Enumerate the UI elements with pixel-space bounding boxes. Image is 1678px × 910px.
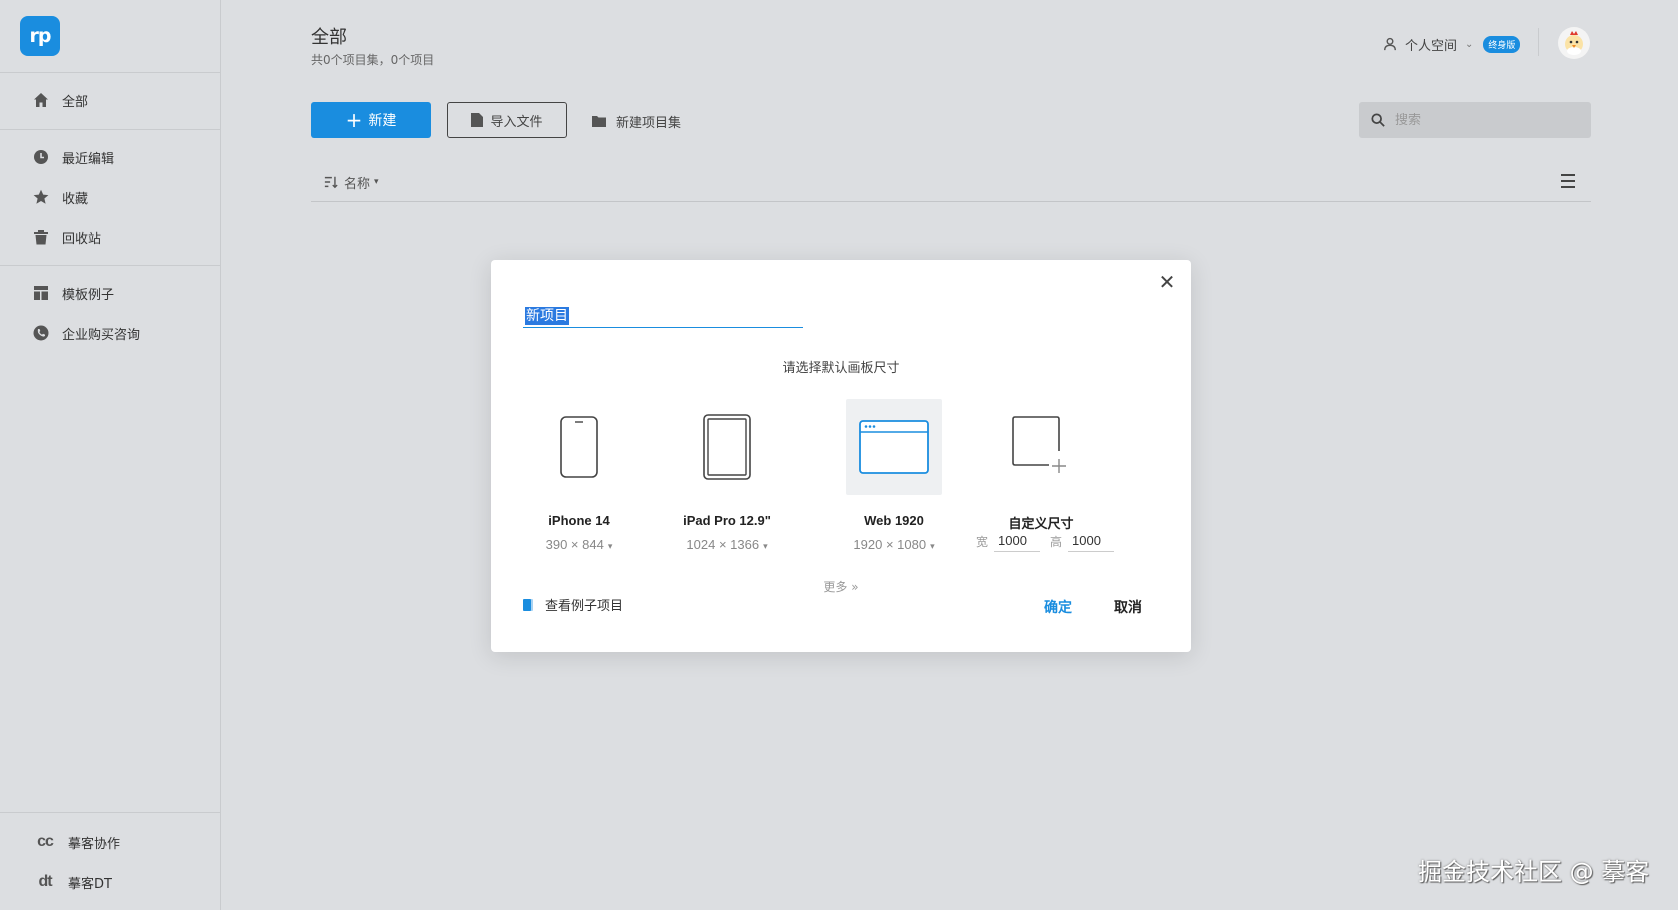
width-label: 宽: [976, 534, 989, 549]
option-dimensions: 390 × 844: [545, 537, 604, 552]
sort-icon: [324, 176, 338, 189]
tablet-device-icon: [703, 414, 751, 480]
size-option-iphone[interactable]: iPhone 14 390 × 844 ▾: [531, 399, 627, 552]
search-input[interactable]: [1395, 112, 1575, 128]
sidebar-divider: [0, 129, 221, 130]
option-name: iPhone 14: [548, 513, 610, 528]
more-label: 更多: [823, 580, 848, 594]
chevron-down-icon: ▾: [374, 177, 379, 187]
sidebar: rp 全部 最近编辑 收藏 回收站 模板例子 企业购买咨询 cc 摹客协作 dt…: [0, 0, 221, 910]
folder-icon: [592, 116, 606, 127]
dt-logo-icon: dt: [38, 873, 52, 890]
sidebar-item-label: 收藏: [62, 191, 89, 207]
sidebar-item-label: 摹客协作: [68, 836, 121, 852]
cancel-button[interactable]: 取消: [1114, 597, 1142, 617]
sidebar-divider: [0, 265, 221, 266]
sidebar-item-mockplus-dt[interactable]: dt 摹客DT: [32, 868, 112, 896]
sidebar-item-all[interactable]: 全部: [32, 86, 88, 114]
close-icon[interactable]: ✕: [1157, 270, 1177, 294]
new-project-dialog: ✕ 新项目 请选择默认画板尺寸 iPhone 14 390 × 844▾ iPa…: [491, 260, 1191, 652]
height-label: 高: [1050, 534, 1063, 549]
sort-dropdown[interactable]: 名称 ▾: [324, 172, 379, 192]
new-button[interactable]: + 新建: [311, 102, 431, 138]
sidebar-item-label: 企业购买咨询: [62, 327, 141, 343]
confirm-button[interactable]: 确定: [1044, 597, 1072, 617]
sidebar-item-recent[interactable]: 最近编辑: [32, 143, 114, 171]
sidebar-item-enterprise[interactable]: 企业购买咨询: [32, 319, 140, 347]
option-dimensions-dropdown[interactable]: 1920 × 1080 ▾: [846, 537, 942, 552]
page-subtitle: 共0个项目集，0个项目: [311, 53, 435, 67]
space-label: 个人空间: [1405, 38, 1458, 54]
chevron-down-icon: ⌄: [1465, 38, 1474, 50]
import-button-label: 导入文件: [490, 114, 543, 130]
page-title: 全部: [311, 27, 347, 48]
clock-icon: [32, 148, 50, 166]
import-file-button[interactable]: 导入文件: [447, 102, 567, 138]
space-switcher[interactable]: 个人空间 ⌄ 终身版: [1383, 33, 1521, 55]
file-icon: [471, 113, 484, 127]
star-icon: [32, 188, 50, 206]
examples-label: 查看例子项目: [545, 599, 624, 614]
user-icon: [1384, 37, 1396, 51]
new-button-label: 新建: [368, 113, 397, 129]
sidebar-item-favorites[interactable]: 收藏: [32, 183, 88, 211]
option-dimensions-dropdown[interactable]: 1024 × 1366 ▾: [679, 537, 775, 552]
search-icon: [1371, 113, 1385, 127]
avatar[interactable]: [1558, 27, 1590, 59]
size-option-ipad[interactable]: iPad Pro 12.9" 1024 × 1366 ▾: [679, 399, 775, 552]
more-sizes-toggle[interactable]: 更多 »: [491, 578, 1191, 595]
sidebar-item-label: 最近编辑: [62, 151, 115, 167]
sidebar-item-trash[interactable]: 回收站: [32, 223, 101, 251]
chick-avatar-icon: [1565, 31, 1583, 55]
size-option-custom[interactable]: 自定义尺寸: [993, 399, 1089, 532]
phone-device-icon: [560, 416, 598, 478]
template-icon: [32, 284, 50, 302]
new-project-set-button[interactable]: 新建项目集: [592, 110, 681, 132]
search-box[interactable]: [1359, 102, 1591, 138]
sidebar-item-mockplus-cc[interactable]: cc 摹客协作: [32, 828, 120, 856]
header-divider: [1538, 28, 1539, 56]
plan-badge: 终身版: [1483, 35, 1521, 53]
option-dimensions-dropdown[interactable]: 390 × 844 ▾: [531, 537, 627, 552]
width-input[interactable]: 1000: [994, 530, 1041, 552]
app-logo[interactable]: rp: [20, 16, 60, 56]
sidebar-item-label: 模板例子: [62, 287, 115, 303]
double-chevron-down-icon: »: [851, 580, 859, 594]
sidebar-item-label: 摹客DT: [68, 876, 112, 892]
new-set-label: 新建项目集: [616, 115, 682, 131]
height-input[interactable]: 1000: [1068, 530, 1115, 552]
sort-label: 名称: [344, 176, 371, 192]
cc-logo-icon: cc: [37, 833, 54, 850]
view-examples-link[interactable]: 查看例子项目: [523, 595, 623, 614]
option-name: iPad Pro 12.9": [683, 513, 771, 528]
size-option-web[interactable]: Web 1920 1920 × 1080 ▾: [846, 399, 942, 552]
watermark: 掘金技术社区 @ 摹客: [1418, 858, 1650, 886]
sidebar-item-templates[interactable]: 模板例子: [32, 279, 114, 307]
project-name-input[interactable]: [523, 304, 803, 328]
option-dimensions: 1920 × 1080: [853, 537, 927, 552]
sidebar-divider: [0, 812, 221, 813]
book-icon: [523, 598, 531, 611]
sidebar-item-label: 全部: [62, 94, 89, 110]
home-icon: [32, 91, 50, 109]
trash-icon: [32, 228, 50, 246]
option-dimensions: 1024 × 1366: [686, 537, 760, 552]
list-header-divider: [311, 201, 1591, 202]
phone-icon: [32, 324, 50, 342]
plus-icon: +: [345, 108, 363, 132]
sidebar-divider: [0, 72, 221, 73]
custom-size-plus-icon: [1012, 416, 1066, 473]
list-view-icon[interactable]: [1561, 174, 1575, 188]
sidebar-item-label: 回收站: [62, 231, 102, 247]
custom-size-fields: 宽 1000 高 1000: [976, 530, 1124, 552]
size-prompt: 请选择默认画板尺寸: [782, 361, 900, 376]
browser-window-icon: [859, 420, 929, 474]
option-name: Web 1920: [864, 513, 924, 528]
